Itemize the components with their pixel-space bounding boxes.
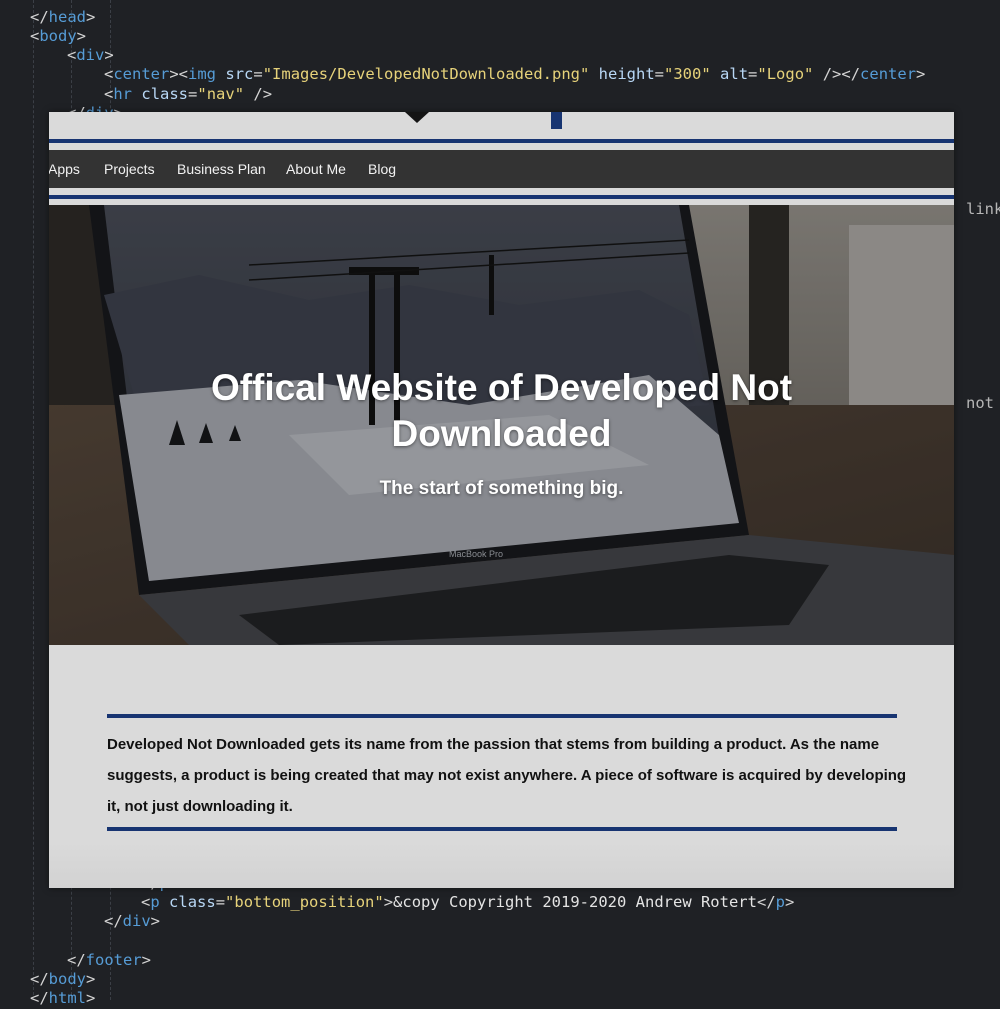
indent-guide	[33, 0, 34, 1000]
nav-item-business-plan[interactable]: Business Plan	[177, 150, 266, 188]
code-token: >	[86, 970, 96, 988]
code-token: <	[104, 85, 114, 103]
code-token: =	[188, 85, 198, 103]
code-token: class	[169, 893, 216, 911]
code-token: <	[104, 65, 114, 83]
hero-title: Offical Website of Developed Not Downloa…	[49, 365, 954, 457]
code-token: head	[48, 8, 86, 26]
code-token: ><	[169, 65, 189, 83]
code-token: >	[141, 951, 152, 969]
code-token: </	[756, 893, 776, 911]
code-token: "300"	[664, 65, 711, 83]
code-token: >	[916, 65, 926, 83]
code-token: &copy Copyright 2019-2020 Andrew Rotert	[393, 893, 757, 911]
divider-rule	[107, 714, 897, 718]
logo-fragment	[551, 112, 562, 129]
website-preview: Apps Projects Business Plan About Me Blo…	[49, 112, 954, 888]
divider-rule	[49, 139, 954, 143]
code-token: >	[86, 989, 96, 1007]
code-line: </body>	[30, 970, 95, 990]
nav-item-projects[interactable]: Projects	[104, 150, 155, 188]
code-token: </	[30, 8, 49, 26]
nav-item-about-me[interactable]: About Me	[286, 150, 346, 188]
code-token: hr	[113, 85, 133, 103]
code-line: <p class="bottom_position">&copy Copyrig…	[141, 893, 794, 913]
nav-bar: Apps Projects Business Plan About Me Blo…	[49, 150, 954, 188]
code-token: >	[86, 8, 96, 26]
code-token: <	[141, 893, 151, 911]
code-token: =	[215, 893, 226, 911]
divider-rule	[49, 195, 954, 199]
page-footer-area	[49, 842, 954, 888]
code-token: </	[30, 989, 49, 1007]
code-token: </	[67, 951, 86, 969]
code-token: </	[30, 970, 49, 988]
code-token: /></	[822, 65, 861, 83]
code-token: footer	[85, 951, 142, 969]
code-token: p	[775, 893, 785, 911]
code-token: =	[748, 65, 758, 83]
code-token: class	[141, 85, 189, 103]
code-line: <center><img src="Images/DevelopedNotDow…	[104, 65, 925, 85]
code-token: height	[598, 65, 655, 83]
hero-subtitle: The start of something big.	[379, 478, 624, 499]
code-token: html	[48, 989, 86, 1007]
code-token: src	[225, 65, 254, 83]
code-token: "Images/DevelopedNotDownloaded.png"	[262, 65, 590, 83]
code-token: >	[76, 27, 87, 45]
code-token: >	[150, 912, 161, 930]
code-token: "Logo"	[757, 65, 814, 83]
hero-banner: MacBook Pro Offical Website of Developed…	[49, 205, 954, 645]
code-fragment: link	[966, 200, 1000, 218]
code-token: img	[188, 65, 217, 83]
code-line: <body>	[30, 27, 86, 47]
code-token: div	[122, 912, 151, 930]
code-token: body	[39, 27, 77, 45]
code-token: p	[150, 893, 160, 911]
code-token: =	[253, 65, 263, 83]
divider-rule	[107, 827, 897, 831]
code-line: </footer>	[67, 951, 151, 971]
code-token: />	[253, 85, 273, 103]
code-line: </html>	[30, 989, 95, 1009]
code-token: body	[48, 970, 86, 988]
code-token: div	[76, 46, 105, 64]
nav-item-apps[interactable]: Apps	[49, 150, 80, 188]
code-token: alt	[720, 65, 749, 83]
code-token: </	[104, 912, 123, 930]
code-token: center	[860, 65, 917, 83]
code-line: <hr class="nav" />	[104, 85, 272, 105]
code-line: <div>	[67, 46, 114, 66]
code-token: >	[104, 46, 114, 64]
logo-fragment	[405, 112, 429, 123]
code-token: >	[785, 893, 795, 911]
nav-item-blog[interactable]: Blog	[368, 150, 396, 188]
code-token: "bottom_position"	[225, 893, 384, 911]
code-token: <	[30, 27, 40, 45]
code-fragment: not	[966, 394, 994, 412]
about-paragraph: Developed Not Downloaded gets its name f…	[107, 736, 907, 815]
laptop-label: MacBook Pro	[449, 549, 504, 559]
code-token: "nav"	[197, 85, 245, 103]
code-token: =	[654, 65, 665, 83]
code-token: >	[383, 893, 394, 911]
hero-title-line: Offical Website of Developed Not	[210, 367, 793, 408]
code-token: <	[67, 46, 77, 64]
code-line: </head>	[30, 8, 95, 28]
hero-title-line: Downloaded	[391, 413, 612, 454]
code-token: center	[113, 65, 170, 83]
code-line: </div>	[104, 912, 160, 932]
